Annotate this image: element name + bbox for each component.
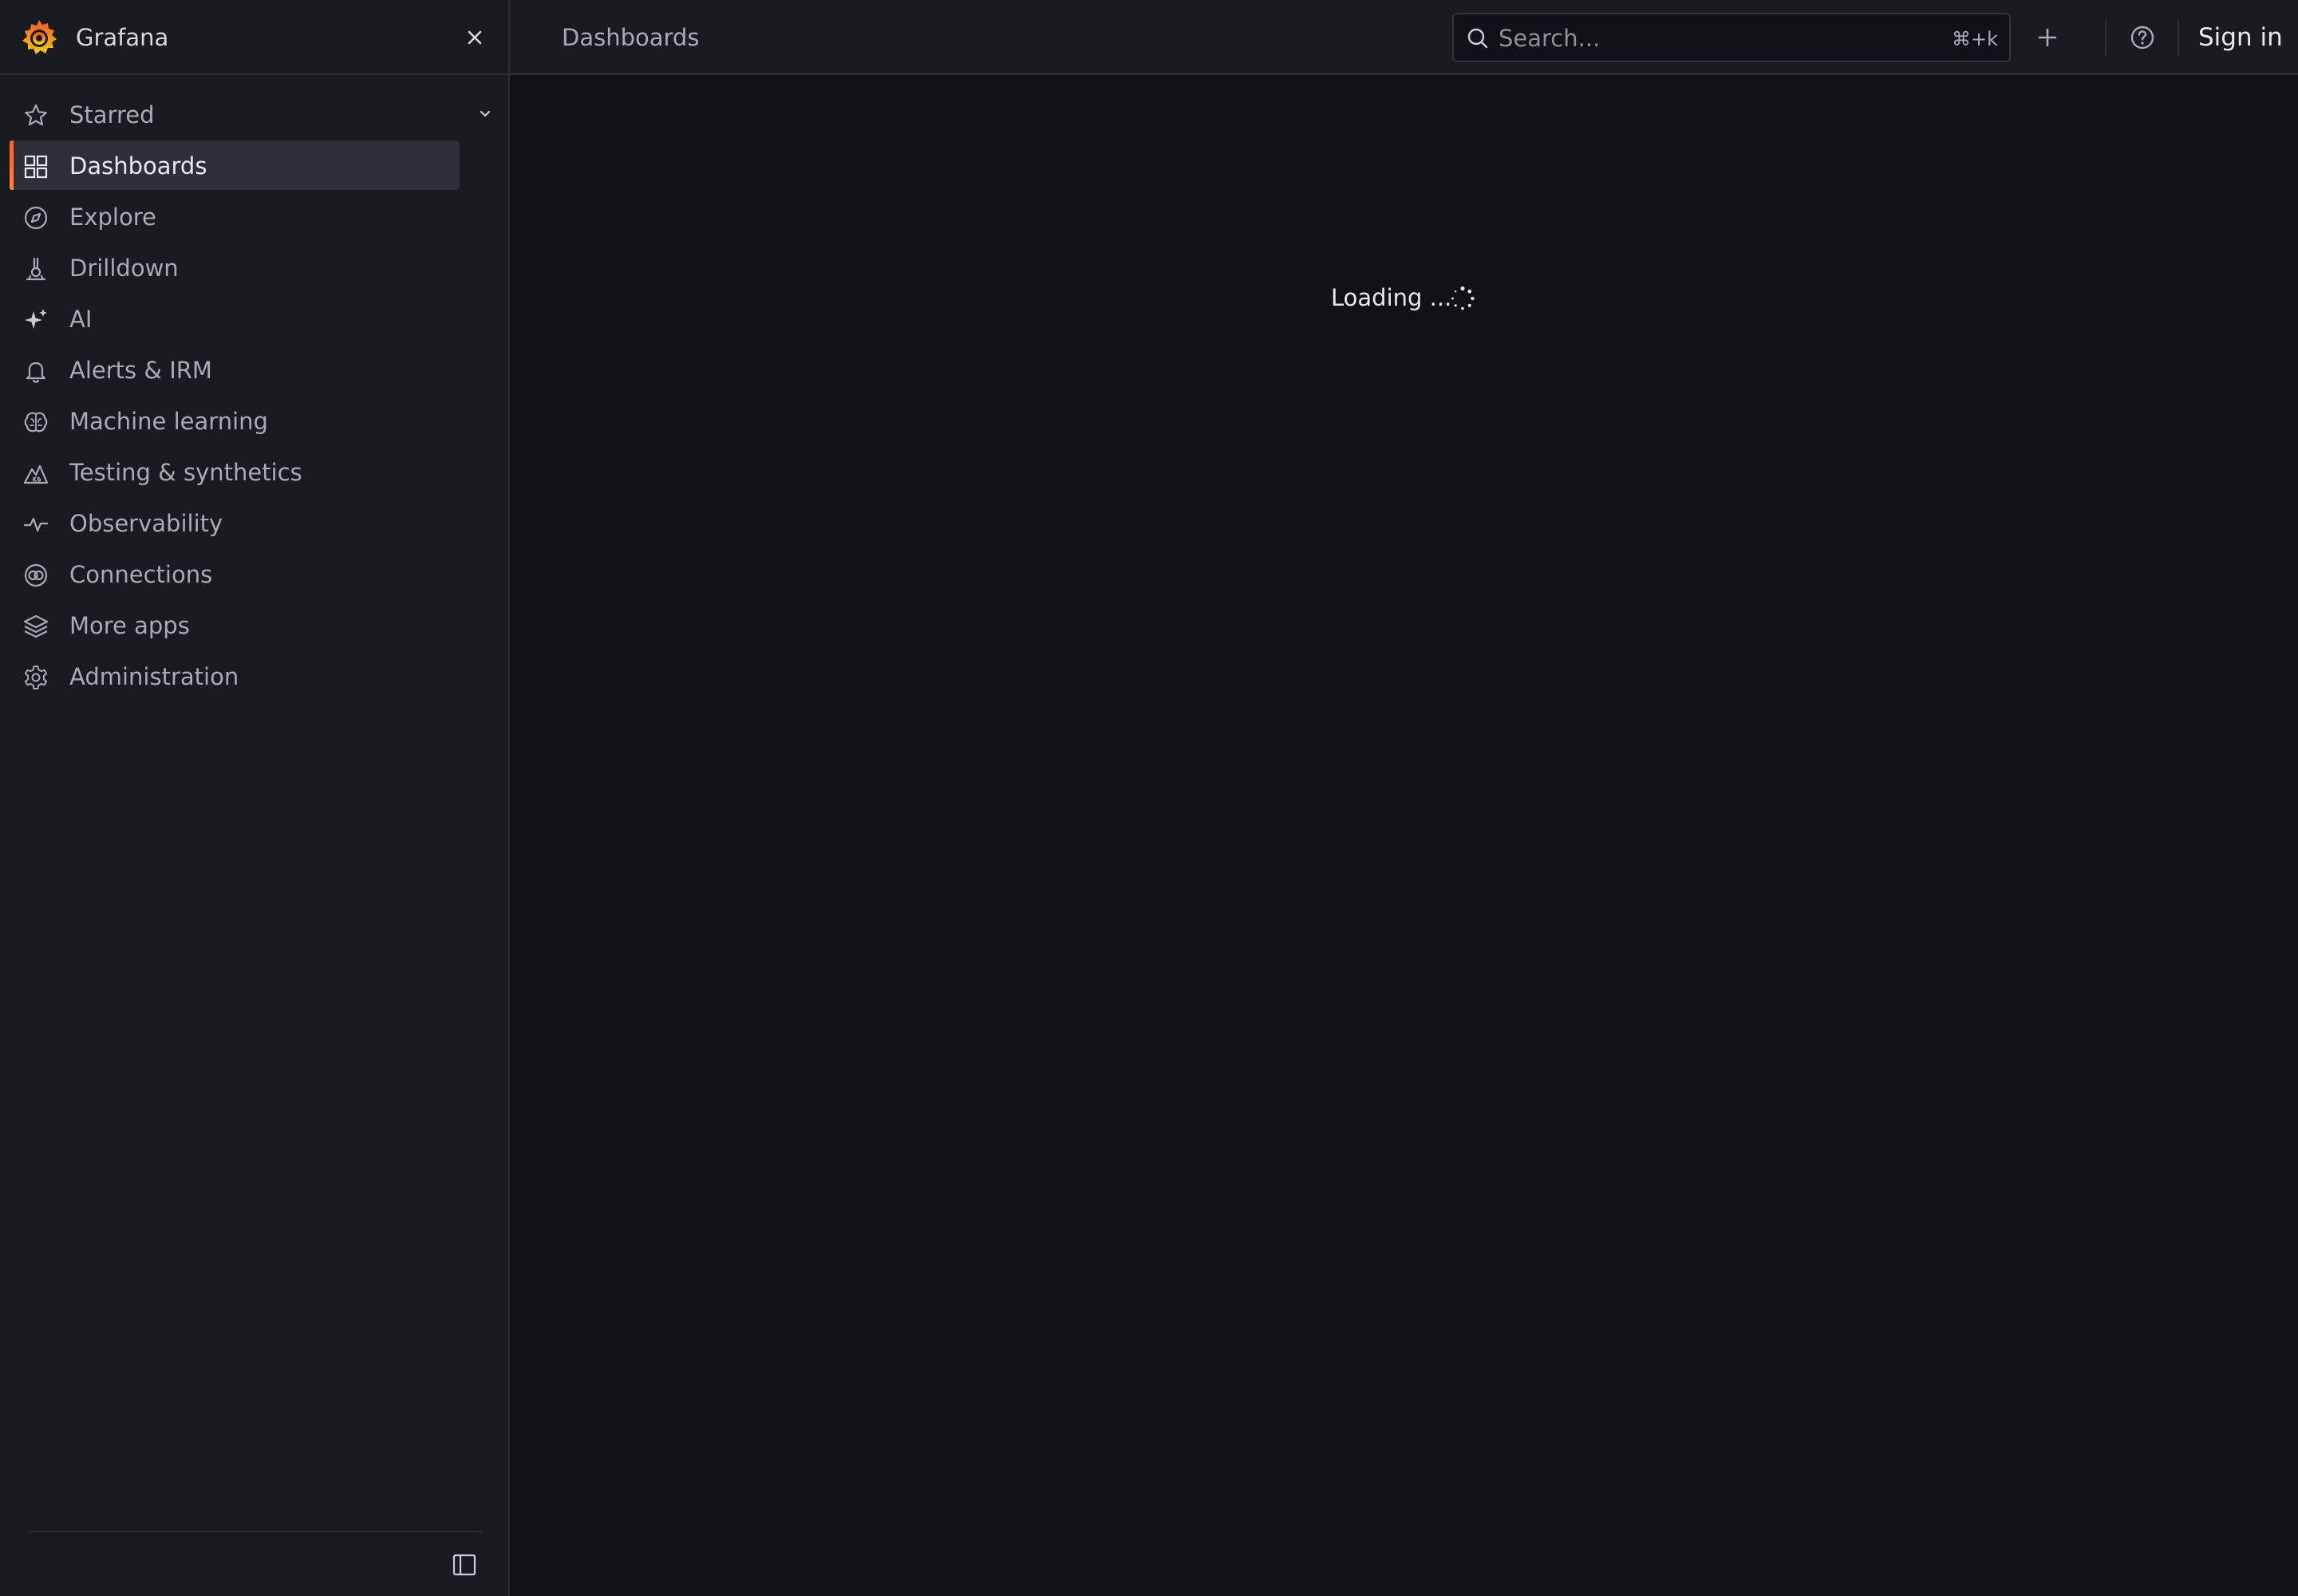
sparkle-icon <box>25 309 47 329</box>
nav-item-label: Dashboards <box>69 152 207 180</box>
plus-icon[interactable] <box>2033 23 2062 52</box>
nav-item-label: Administration <box>69 663 239 690</box>
divider <box>2178 19 2179 56</box>
compass-icon <box>24 206 48 230</box>
nav-item-label: Machine learning <box>69 408 268 435</box>
nav-item-label: Alerts & IRM <box>69 357 212 384</box>
drilldown-icon <box>26 257 46 281</box>
app-title: Grafana <box>76 24 169 51</box>
nav-item-more-apps[interactable]: More apps <box>0 600 508 651</box>
search-placeholder: Search... <box>1498 25 1601 52</box>
loading-text: Loading ... <box>1331 284 1452 311</box>
nav-item-administration[interactable]: Administration <box>0 651 508 702</box>
chevron-down-icon[interactable] <box>475 104 496 124</box>
help-icon[interactable] <box>2128 23 2157 52</box>
spinner-icon <box>1451 286 1475 310</box>
heartbeat-icon <box>23 517 49 532</box>
mega-menu: Grafana Starred Dashboards Explore Drill… <box>0 0 510 1596</box>
layers-icon <box>23 614 49 638</box>
nav-item-drilldown[interactable]: Drilldown <box>0 243 508 294</box>
apps-icon <box>24 155 48 179</box>
mega-menu-header: Grafana <box>0 0 508 75</box>
nav-item-explore[interactable]: Explore <box>0 192 508 243</box>
nav-item-label: Testing & synthetics <box>69 459 302 486</box>
sign-in-link[interactable]: Sign in <box>2198 22 2283 53</box>
grafana-logo-icon[interactable] <box>19 18 59 57</box>
nav-item-connections[interactable]: Connections <box>0 549 508 600</box>
nav-item-ai[interactable]: AI <box>0 294 508 345</box>
divider <box>2105 19 2106 56</box>
nav-item-label: Connections <box>69 561 213 588</box>
search-input[interactable]: Search... ⌘+k <box>1452 13 2011 62</box>
nav-item-label: Observability <box>69 510 223 537</box>
divider <box>27 1531 482 1532</box>
nav-item-alerts-irm[interactable]: Alerts & IRM <box>0 345 508 396</box>
cog-icon <box>24 666 48 689</box>
nav-item-label: Explore <box>69 203 156 231</box>
breadcrumb[interactable]: Dashboards <box>562 22 699 53</box>
search-icon <box>1467 28 1488 49</box>
nav-item-testing-synthetics[interactable]: Testing & synthetics <box>0 447 508 498</box>
nav-list: Starred Dashboards Explore Drilldown AI … <box>0 89 508 702</box>
brain-icon <box>24 412 48 433</box>
star-icon <box>25 104 47 126</box>
nav-item-starred[interactable]: Starred <box>0 89 508 140</box>
nav-item-observability[interactable]: Observability <box>0 498 508 549</box>
active-indicator <box>10 140 14 190</box>
dock-menu-icon[interactable] <box>451 1551 478 1578</box>
nav-item-machine-learning[interactable]: Machine learning <box>0 396 508 447</box>
connections-icon <box>24 563 48 587</box>
close-menu-icon[interactable] <box>461 24 488 51</box>
search-shortcut: ⌘+k <box>1951 28 1998 50</box>
nav-item-label: AI <box>69 306 93 333</box>
top-bar: Dashboards Search... ⌘+k Sign in <box>510 0 2298 75</box>
nav-item-label: Drilldown <box>69 255 179 282</box>
bell-icon <box>26 361 46 383</box>
k6-icon <box>23 464 49 484</box>
nav-item-label: More apps <box>69 612 190 639</box>
nav-item-label: Starred <box>69 101 155 128</box>
nav-item-dashboards[interactable]: Dashboards <box>0 140 508 192</box>
